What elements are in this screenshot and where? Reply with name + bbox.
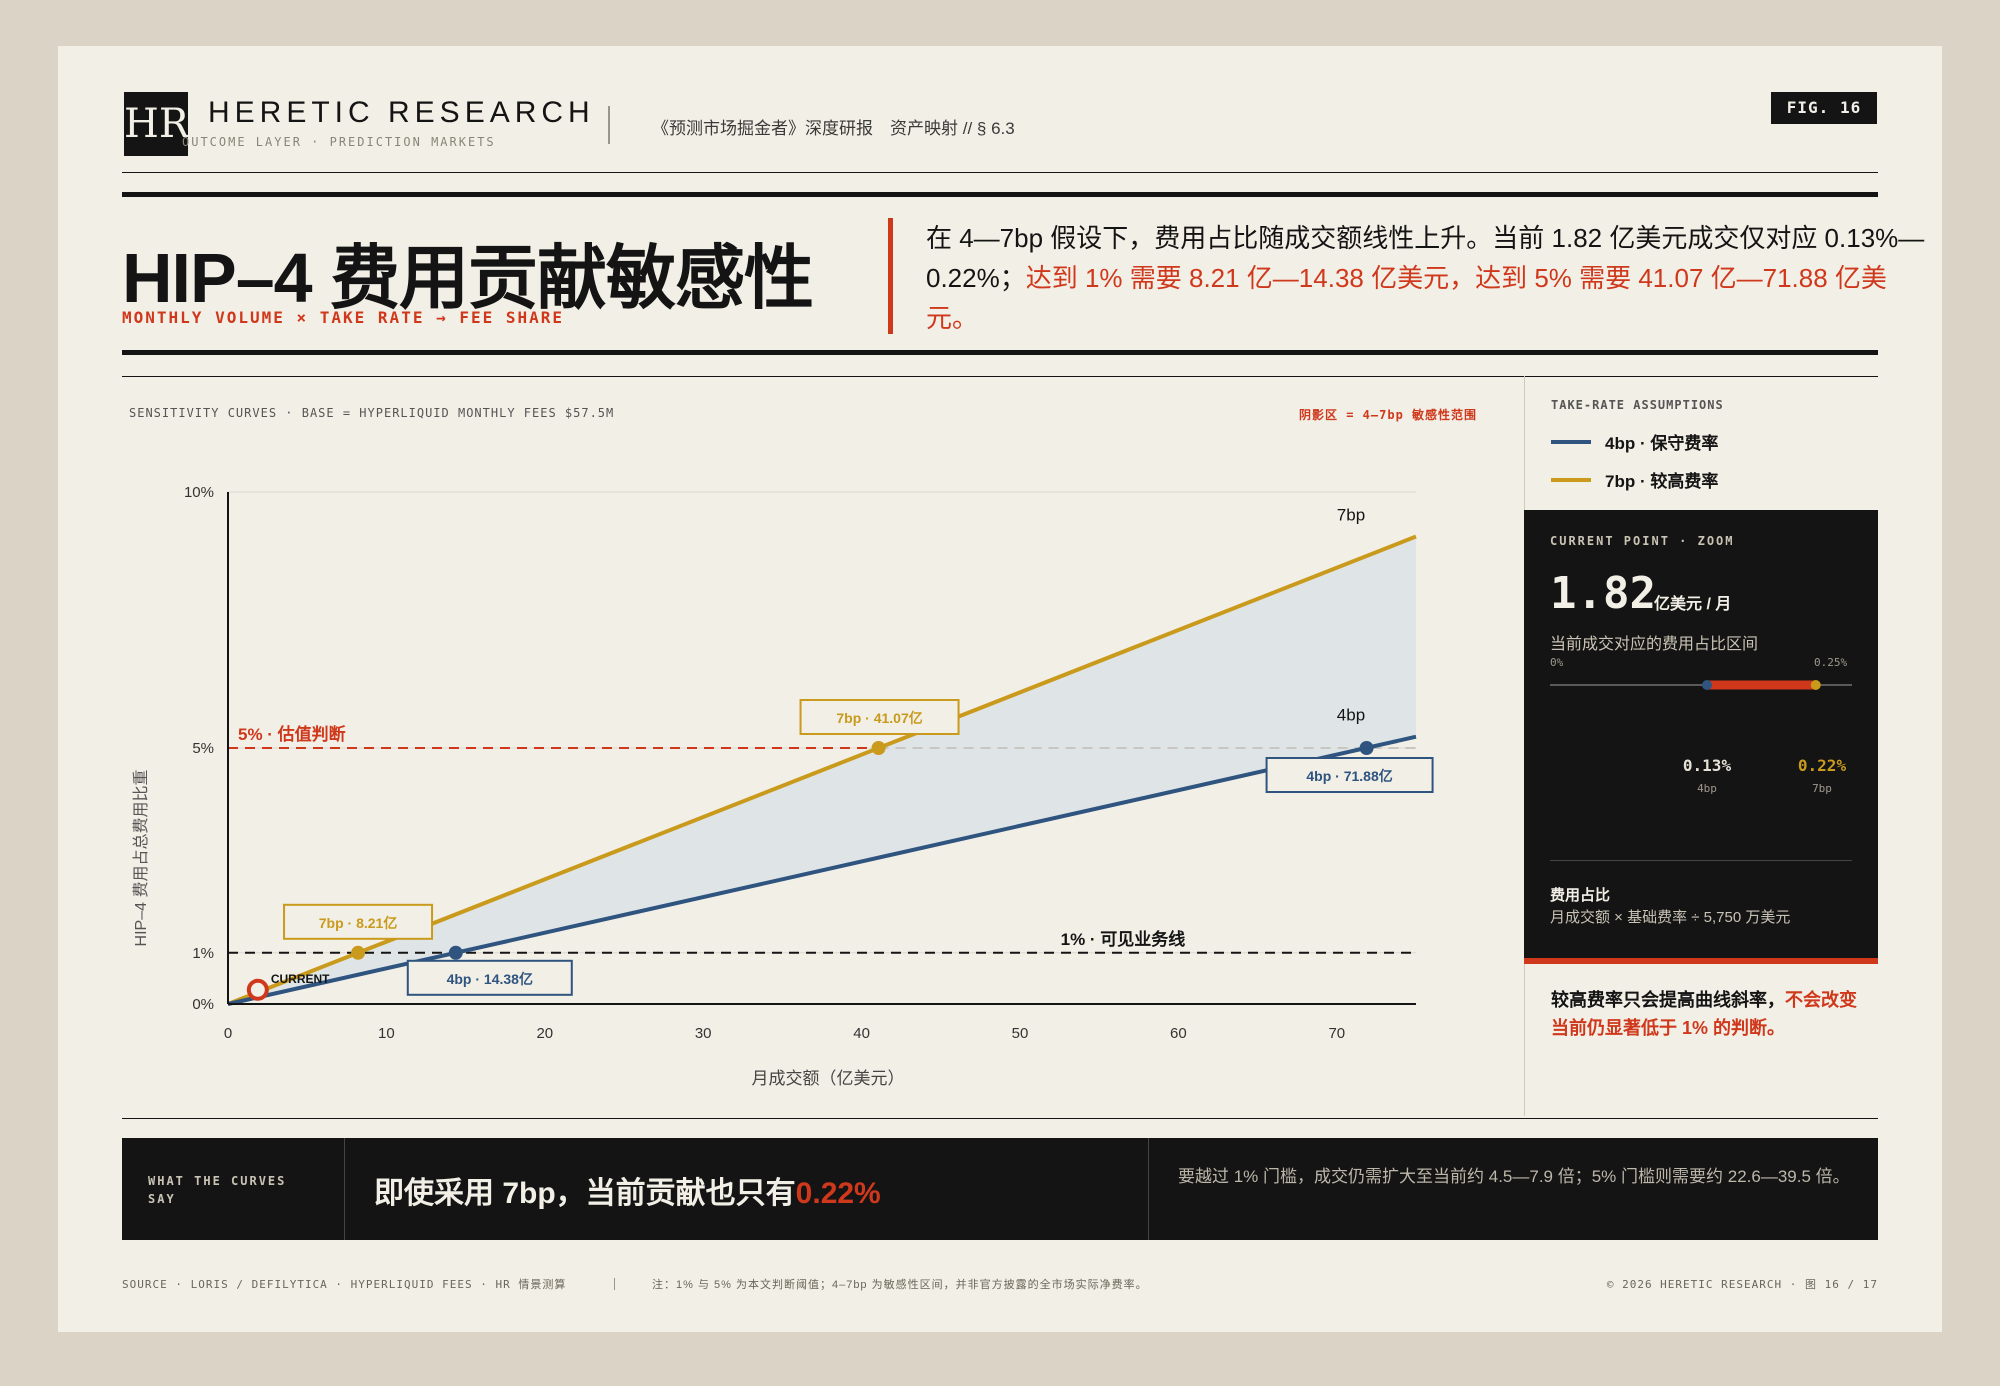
banner-headline: 即使采用 7bp，当前贡献也只有0.22% [374, 1168, 881, 1212]
legend-label-4bp: 4bp · 保守费率 [1605, 434, 1719, 453]
range-high-value: 0.22% [1797, 756, 1847, 775]
figure-badge: FIG. 16 [1771, 92, 1877, 124]
range-low-value: 0.13% [1682, 756, 1732, 775]
y-tick-label: 10% [184, 484, 214, 501]
y-tick-label: 0% [192, 996, 214, 1013]
side-note-text: 较高费率只会提高曲线斜率， [1551, 990, 1785, 1010]
panel-accent [1524, 958, 1878, 964]
series-label-7bp: 7bp [1337, 506, 1365, 525]
point-callout-label: 4bp · 71.88亿 [1306, 768, 1392, 784]
scale-max-label: 0.25% [1814, 656, 1848, 669]
current-label: CURRENT [271, 972, 330, 986]
legend-swatch-7bp [1551, 478, 1591, 482]
current-point-panel: CURRENT POINT · ZOOM 1.82 亿美元 / 月 当前成交对应… [1524, 510, 1878, 964]
series-label-4bp: 4bp [1337, 706, 1365, 725]
fee-share-title: 费用占比 [1550, 887, 1611, 904]
range-low-label: 4bp [1697, 782, 1717, 795]
current-range-desc: 当前成交对应的费用占比区间 [1550, 636, 1759, 653]
footer-divider [614, 1278, 615, 1290]
ref-label-1pct: 1% · 可见业务线 [1061, 929, 1186, 949]
footer-note: 注：1% 与 5% 为本文判断阈值；4–7bp 为敏感性区间，并非官方披露的全市… [652, 1279, 1148, 1291]
x-tick-label: 30 [695, 1025, 712, 1042]
x-axis-label: 月成交额（亿美元） [752, 1069, 905, 1088]
threshold-point [871, 741, 886, 755]
banner-divider-2 [1148, 1138, 1149, 1240]
point-callout-label: 4bp · 14.38亿 [447, 971, 533, 987]
sensitivity-chart: 0 10 20 30 40 50 60 70 0% 1% 5% 10% 5% · 估值判断 1% ·… [132, 484, 1434, 1088]
footer-copyright: © 2026 HERETIC RESEARCH · 图 16 / 17 [1606, 1278, 1878, 1291]
ref-label-5pct: 5% · 估值判断 [238, 724, 346, 744]
banner-divider-1 [344, 1138, 345, 1240]
scale-high-marker [1810, 680, 1821, 690]
x-tick-label: 20 [536, 1025, 553, 1042]
point-callout-label: 7bp · 8.21亿 [319, 915, 398, 931]
footer-source: SOURCE · LORIS / DEFILYTICA · HYPERLIQUI… [122, 1278, 567, 1291]
banner-rule [122, 1118, 1878, 1119]
x-tick-label: 0 [224, 1025, 232, 1042]
banner-detail: 要越过 1% 门槛，成交仍需扩大至当前约 4.5—7.9 倍；5% 门槛则需要约… [1178, 1167, 1850, 1186]
banner-headline-value: 0.22% [795, 1177, 881, 1210]
report-page: HR HERETIC RESEARCH OUTCOME LAYER · PRED… [58, 46, 1942, 1332]
x-tick-label: 40 [853, 1025, 870, 1042]
legend-label-7bp: 7bp · 较高费率 [1605, 472, 1719, 491]
y-axis-label: HIP–4 费用占总费用比重 [132, 770, 150, 947]
scale-low-marker [1702, 680, 1713, 690]
point-callout-label: 7bp · 41.07亿 [836, 710, 922, 726]
side-note: 较高费率只会提高曲线斜率，不会改变当前仍显著低于 1% 的判断。 [1551, 986, 1861, 1042]
scale-min-label: 0% [1550, 656, 1564, 669]
range-scale [1550, 680, 1852, 690]
legend-swatch-4bp [1551, 440, 1591, 444]
threshold-point [351, 945, 366, 960]
legend-title: TAKE-RATE ASSUMPTIONS [1551, 398, 1724, 412]
banner-kicker: WHAT THE CURVES SAY [148, 1174, 287, 1206]
x-tick-label: 10 [378, 1025, 395, 1042]
current-panel-rule [1550, 860, 1852, 861]
y-ticks: 0% 1% 5% 10% [184, 484, 214, 1013]
fee-share-formula: 月成交额 × 基础费率 ÷ 5,750 万美元 [1550, 909, 1791, 926]
x-tick-label: 70 [1328, 1025, 1345, 1042]
threshold-point [448, 945, 463, 960]
threshold-point [1359, 741, 1374, 755]
x-tick-label: 60 [1170, 1025, 1187, 1042]
banner-headline-text: 即使采用 7bp，当前贡献也只有 [374, 1177, 796, 1210]
takeaway-banner: WHAT THE CURVES SAY 即使采用 7bp，当前贡献也只有0.22… [122, 1138, 1878, 1240]
range-high-label: 7bp [1812, 782, 1832, 795]
current-panel-title: CURRENT POINT · ZOOM [1550, 534, 1735, 548]
x-ticks: 0 10 20 30 40 50 60 70 [224, 1025, 1345, 1042]
current-point [246, 978, 269, 1001]
x-tick-label: 50 [1012, 1025, 1029, 1042]
current-volume: 1.82 [1550, 568, 1656, 619]
y-tick-label: 5% [192, 740, 214, 757]
current-volume-unit: 亿美元 / 月 [1654, 596, 1732, 613]
y-tick-label: 1% [192, 945, 214, 962]
